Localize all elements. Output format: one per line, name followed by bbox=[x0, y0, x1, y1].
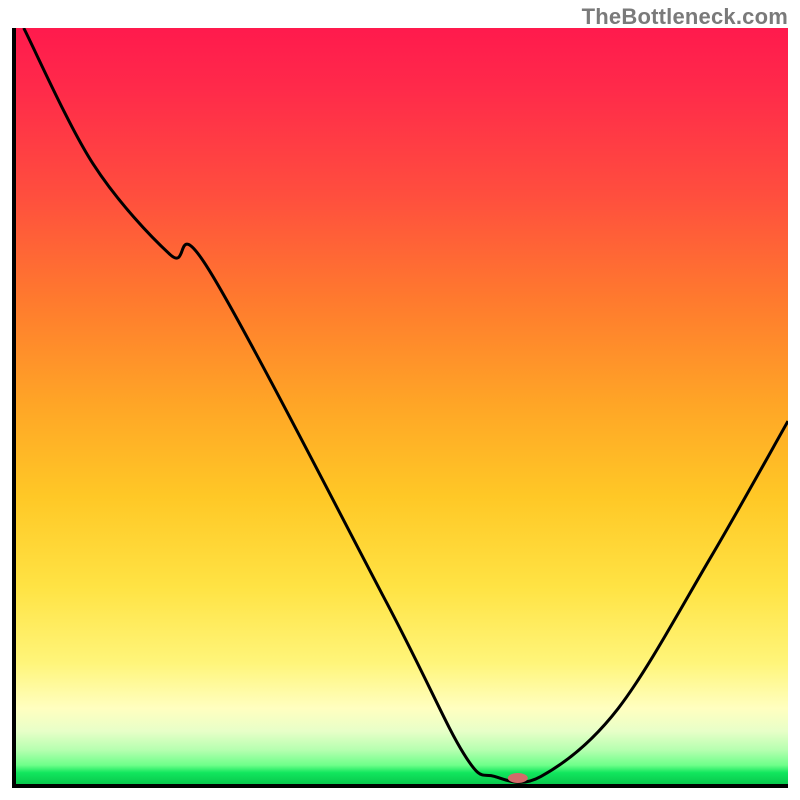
chart-container: TheBottleneck.com bbox=[0, 0, 800, 800]
bottleneck-curve-path bbox=[24, 28, 788, 782]
plot-area bbox=[12, 28, 788, 788]
curve-svg bbox=[16, 28, 788, 784]
watermark-text: TheBottleneck.com bbox=[582, 4, 788, 30]
optimal-marker bbox=[508, 773, 528, 783]
